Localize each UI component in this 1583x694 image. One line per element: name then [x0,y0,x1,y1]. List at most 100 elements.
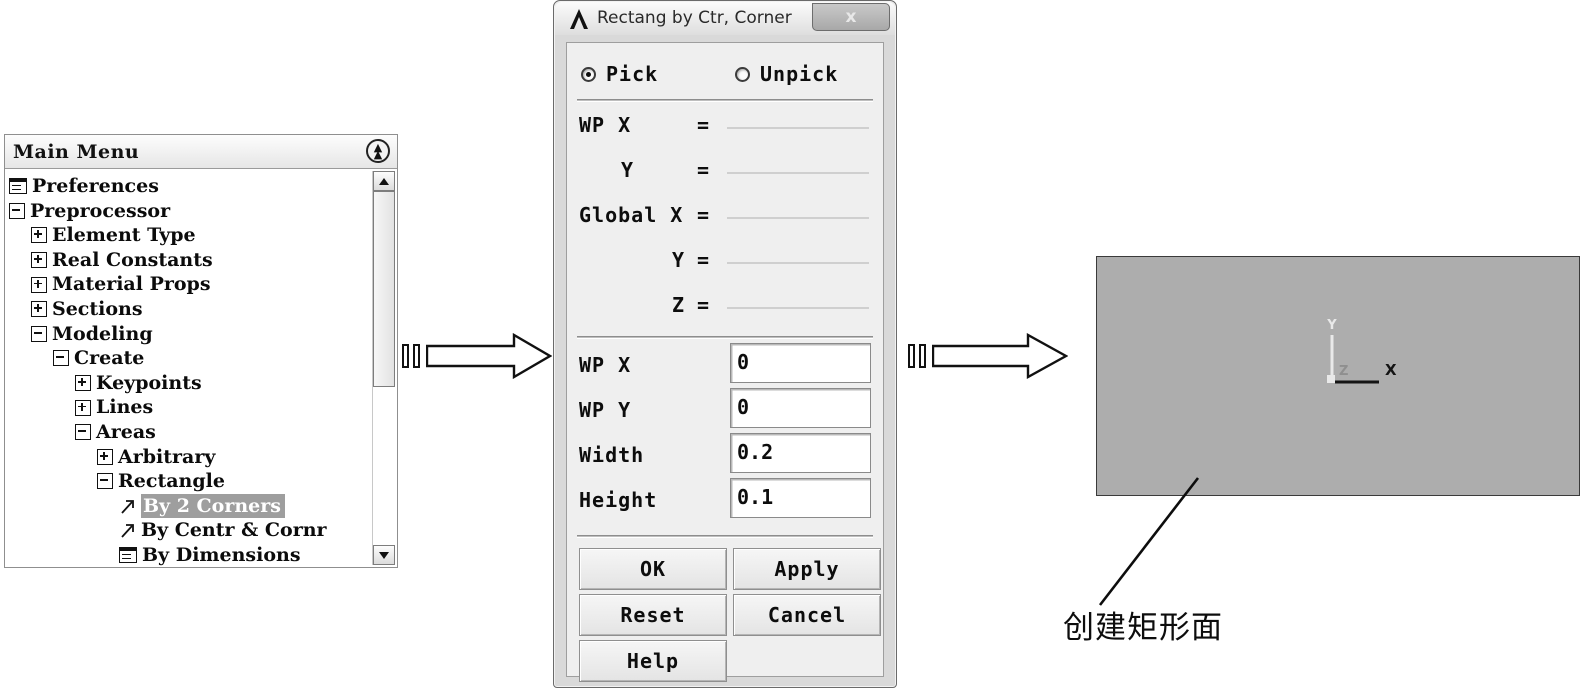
field-label-width: Width [579,443,645,467]
minus-box-icon[interactable] [9,202,25,219]
coord-eq-globalx: = [697,203,710,227]
main-menu-titlebar: Main Menu ▲ ▲ [5,135,397,169]
menu-tree-item[interactable]: Rectangle [9,469,370,494]
plus-box-icon[interactable] [31,301,47,318]
menu-tree-item[interactable]: Modeling [9,322,370,347]
field-row-width: Width 0.2 [567,433,883,479]
field-row-wpy: WP Y 0 [567,388,883,434]
coord-value-globalz [727,307,869,309]
coord-label-wpx: WP X [579,113,632,137]
field-label-wpy: WP Y [579,398,632,422]
dialog-title: Rectang by Ctr, Corner [597,8,792,28]
menu-tree-item[interactable]: Preprocessor [9,199,370,224]
menu-tree-item-label: Keypoints [96,371,202,394]
divider-2 [577,336,873,339]
dialog-icon [9,178,27,195]
chevron-up-double-icon[interactable]: ▲ ▲ [366,139,390,163]
menu-tree-item-label: By 2 Corners [141,493,285,519]
pick-mode-radio-group: Pick Unpick [567,53,883,95]
menu-tree-item-label: By Dimensions [142,543,301,566]
menu-tree-item[interactable]: Element Type [9,223,370,248]
flow-arrow-1 [402,333,552,379]
dialog-body: Pick Unpick WP X = Y = Global X = Y = Z … [566,42,884,682]
menu-tree-item[interactable]: Areas [9,420,370,445]
cancel-button[interactable]: Cancel [733,594,881,636]
radio-unpick[interactable]: Unpick [735,53,838,95]
scrollbar-thumb[interactable] [373,191,395,387]
plus-box-icon[interactable] [31,276,47,293]
reset-button[interactable]: Reset [579,594,727,636]
menu-tree-item[interactable]: By 2 Corners [9,493,370,519]
menu-tree-item[interactable]: By Centr & Cornr [9,518,370,543]
menu-tree-item[interactable]: Material Props [9,272,370,297]
rectangle-pick-dialog: Rectang by Ctr, Corner x Pick Unpick WP … [553,0,897,688]
coord-row-globaly: Y = [567,240,883,285]
menu-tree-item[interactable]: Real Constants [9,248,370,273]
height-input[interactable]: 0.1 [730,478,871,518]
menu-tree-item[interactable]: Create [9,346,370,371]
coord-row-globalx: Global X = [567,195,883,240]
menu-tree-item[interactable]: Preferences [9,174,370,199]
main-menu-panel: Main Menu ▲ ▲ Preferences Preprocessor Elem… [4,134,398,568]
coord-label-globalx: Global X [579,203,684,227]
missing-glyph-boxes-2 [908,333,926,379]
coord-row-globalz: Z = [567,285,883,330]
minus-box-icon[interactable] [53,350,69,367]
minus-box-icon[interactable] [97,473,113,490]
ansys-lambda-logo [567,7,591,31]
menu-tree-item[interactable]: Sections [9,297,370,322]
close-icon[interactable]: x [812,3,890,31]
field-label-height: Height [579,488,658,512]
coord-eq-globalz: = [697,293,710,317]
width-input[interactable]: 0.2 [730,433,871,473]
menu-tree-item[interactable]: Lines [9,395,370,420]
caption-text: 创建矩形面 [1063,610,1223,646]
menu-tree-item-label: Preprocessor [30,199,171,222]
minus-box-icon[interactable] [31,325,47,342]
minus-box-icon[interactable] [75,424,91,441]
menu-tree-item-label: Real Constants [52,248,213,271]
triangle-down-icon[interactable] [373,545,395,565]
coord-value-globalx [727,217,869,219]
right-arrow-icon-2 [932,333,1068,379]
plus-box-icon[interactable] [31,227,47,244]
dialog-titlebar[interactable]: Rectang by Ctr, Corner x [555,2,895,35]
help-button[interactable]: Help [579,640,727,682]
apply-button[interactable]: Apply [733,548,881,590]
right-arrow-icon-1 [426,333,552,379]
dialog-icon [119,547,137,564]
triangle-up-icon[interactable] [373,171,395,191]
svg-text:X: X [1385,361,1397,379]
wpy-input[interactable]: 0 [730,388,871,428]
menu-tree-scrollbar[interactable] [372,171,395,565]
plus-box-icon[interactable] [31,252,47,269]
menu-tree-item[interactable]: Arbitrary [9,445,370,470]
menu-tree-item-label: Arbitrary [118,445,216,468]
plus-box-icon[interactable] [75,399,91,416]
coord-label-globalz: Z [672,293,686,317]
coord-value-wpy [727,172,869,174]
radio-circle-icon [735,66,750,82]
radio-unpick-label: Unpick [760,62,839,86]
plus-box-icon[interactable] [97,448,113,465]
menu-tree: Preferences Preprocessor Element Type Real … [9,174,370,566]
ok-button[interactable]: OK [579,548,727,590]
scrollbar-track[interactable] [373,191,395,545]
flow-arrow-2 [908,333,1068,379]
divider-1 [577,99,873,102]
plus-box-icon[interactable] [75,375,91,392]
menu-tree-item-label: Lines [96,396,154,419]
menu-tree-item-label: Create [74,347,145,370]
svg-text:Z: Z [1339,364,1348,379]
menu-tree-item-label: By Centr & Cornr [141,519,327,542]
coord-row-wpx: WP X = [567,105,883,150]
radio-pick[interactable]: Pick [581,53,658,95]
radio-pick-label: Pick [606,62,659,86]
coord-eq-wpx: = [697,113,710,137]
menu-tree-item[interactable]: By Dimensions [9,543,370,566]
page-title: Main Menu [13,141,140,163]
field-row-wpx: WP X 0 [567,343,883,389]
wpx-input[interactable]: 0 [730,343,871,383]
menu-tree-item[interactable]: Keypoints [9,371,370,396]
picker-arrow-icon [119,498,136,515]
